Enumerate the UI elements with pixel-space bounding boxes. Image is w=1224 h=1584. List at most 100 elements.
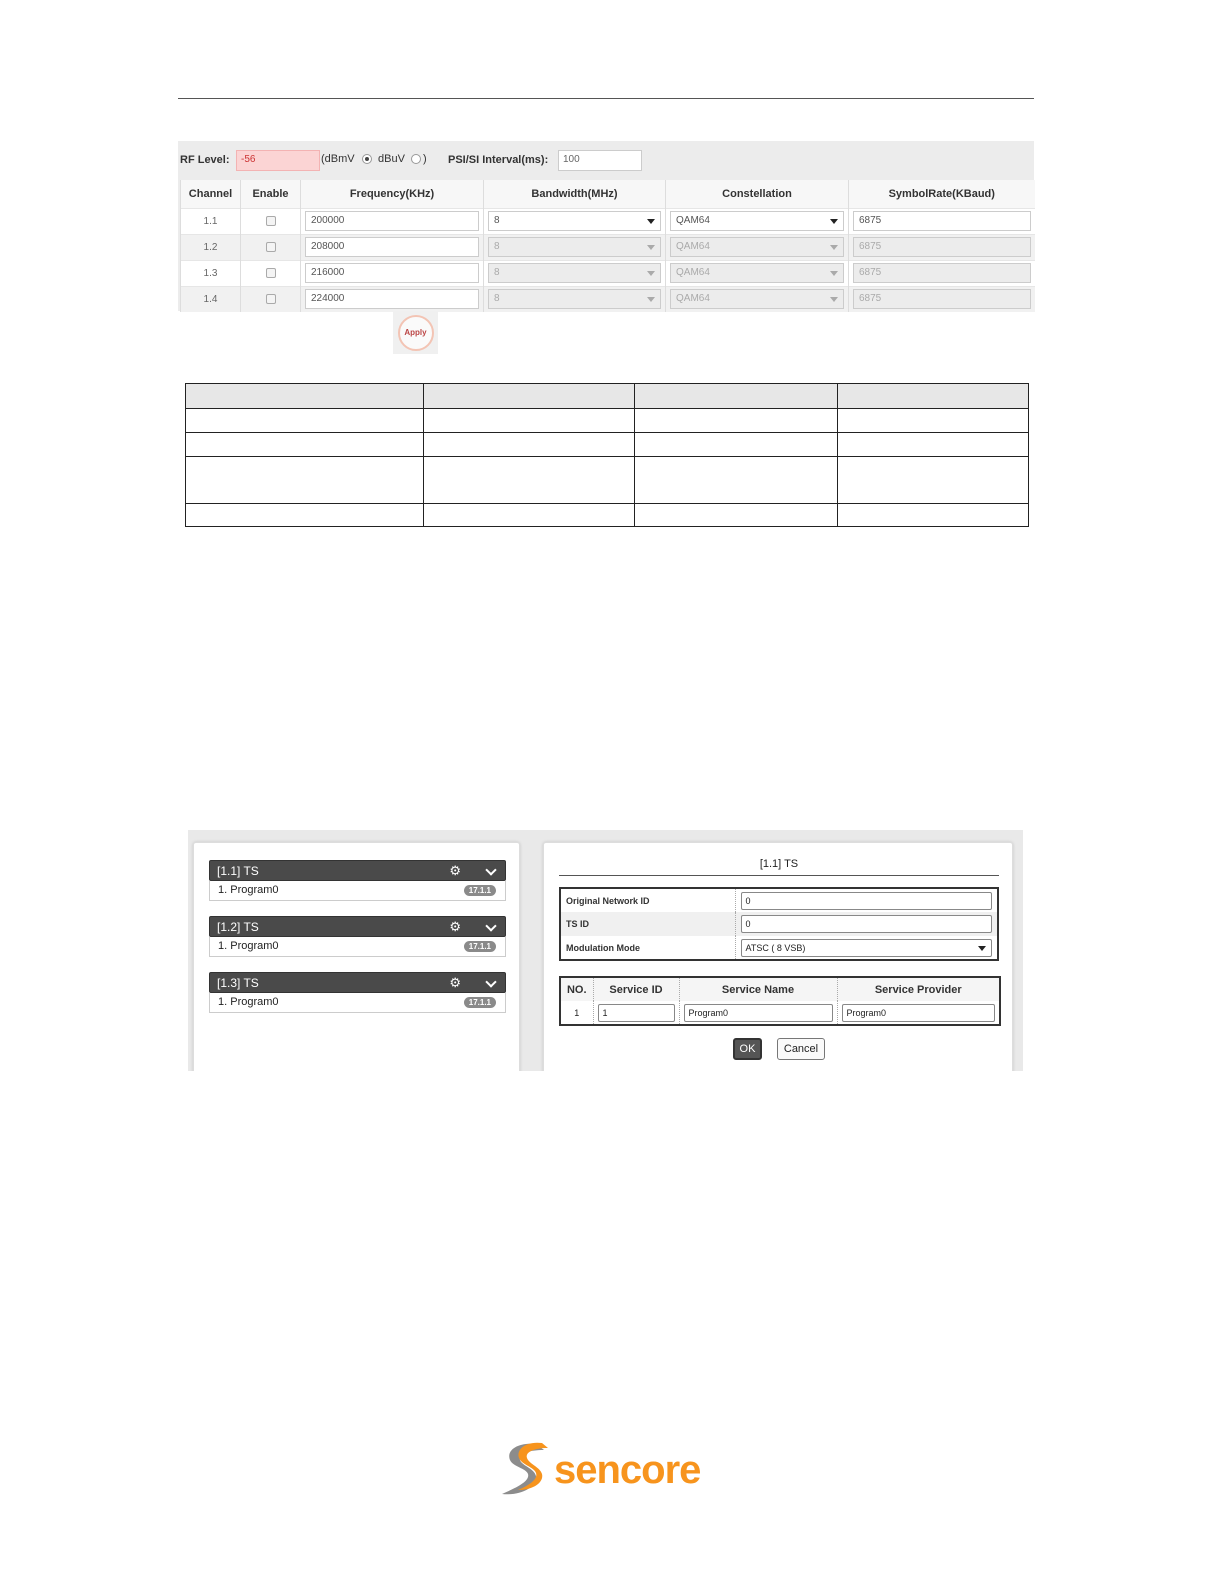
table-cell xyxy=(634,432,838,457)
property-value-cell: 0 xyxy=(735,912,998,936)
symbol-rate-input[interactable]: 6875 xyxy=(853,289,1031,310)
service-provider-cell: Program0 xyxy=(837,1001,1001,1025)
bandwidth-select[interactable]: 8 xyxy=(488,211,661,231)
service-table-header: NO. Service ID Service Name Service Prov… xyxy=(560,977,1001,1001)
ts-detail-panel: [1.1] TS Original Network ID 0 TS ID 0 M… xyxy=(543,842,1013,1071)
col-symbol-rate: SymbolRate(KBaud) xyxy=(848,180,1035,208)
table-row: 1 1 Program0 Program0 xyxy=(560,1001,1001,1025)
symbol-rate-input[interactable]: 6875 xyxy=(853,211,1031,231)
rf-level-input[interactable]: -56 xyxy=(236,150,320,171)
constellation-value: QAM64 xyxy=(676,241,710,252)
program-item[interactable]: 1. Program0 17.1.1 xyxy=(209,937,506,957)
constellation-cell: QAM64 xyxy=(665,207,849,234)
col-bandwidth: Bandwidth(MHz) xyxy=(483,180,666,208)
program-item[interactable]: 1. Program0 17.1.1 xyxy=(209,993,506,1013)
service-id-cell: 1 xyxy=(593,1001,680,1025)
bandwidth-select[interactable]: 8 xyxy=(488,289,661,310)
enable-checkbox[interactable] xyxy=(265,267,276,278)
rf-settings-panel: RF Level: -56 (dBmV dBuV ) PSI/SI Interv… xyxy=(178,141,1035,312)
constellation-select[interactable]: QAM64 xyxy=(670,211,844,231)
dbuv-radio[interactable] xyxy=(411,154,421,164)
modulation-mode-select[interactable]: ATSC ( 8 VSB) xyxy=(740,938,992,957)
dbuv-label: dBuV xyxy=(378,153,405,165)
frequency-input[interactable]: 216000 xyxy=(305,263,479,283)
table-header-row xyxy=(185,383,1029,409)
chevron-down-icon[interactable] xyxy=(485,976,497,988)
dropdown-arrow-icon xyxy=(647,219,655,224)
enable-checkbox[interactable] xyxy=(265,215,276,226)
service-table: NO. Service ID Service Name Service Prov… xyxy=(559,976,1001,1026)
bandwidth-value: 8 xyxy=(494,267,500,278)
ts-group: [1.2] TS ⚙ 1. Program0 17.1.1 xyxy=(209,916,506,957)
dropdown-arrow-icon xyxy=(647,245,655,250)
enable-cell xyxy=(240,259,301,286)
col-no: NO. xyxy=(560,977,594,1001)
psi-interval-input[interactable]: 100 xyxy=(558,150,642,171)
bandwidth-select[interactable]: 8 xyxy=(488,237,661,257)
chevron-down-icon[interactable] xyxy=(485,864,497,876)
constellation-cell: QAM64 xyxy=(665,285,849,312)
frequency-cell: 224000 xyxy=(300,285,484,312)
channel-number: 1.2 xyxy=(180,233,241,260)
frequency-input[interactable]: 224000 xyxy=(305,289,479,310)
constellation-select[interactable]: QAM64 xyxy=(670,237,844,257)
ts-id-input[interactable]: 0 xyxy=(740,915,992,933)
program-badge: 17.1.1 xyxy=(463,997,496,1008)
ts-group: [1.1] TS ⚙ 1. Program0 17.1.1 xyxy=(209,860,506,901)
service-provider-input[interactable]: Program0 xyxy=(841,1003,995,1022)
cancel-button[interactable]: Cancel xyxy=(777,1038,825,1060)
symbol-rate-cell: 6875 xyxy=(848,259,1035,286)
unit-close-label: ) xyxy=(423,153,427,165)
constellation-value: QAM64 xyxy=(676,215,710,226)
gear-icon[interactable]: ⚙ xyxy=(449,919,461,935)
program-item[interactable]: 1. Program0 17.1.1 xyxy=(209,881,506,901)
dbmv-radio[interactable] xyxy=(362,154,372,164)
enable-cell xyxy=(240,233,301,260)
ts-list-panel: [1.1] TS ⚙ 1. Program0 17.1.1 [1.2] TS ⚙… xyxy=(193,842,520,1071)
service-id-input[interactable]: 1 xyxy=(597,1003,675,1022)
original-network-id-input[interactable]: 0 xyxy=(740,891,992,910)
ts-group-header[interactable]: [1.2] TS ⚙ xyxy=(209,916,506,937)
enable-checkbox[interactable] xyxy=(265,294,276,305)
constellation-select[interactable]: QAM64 xyxy=(670,289,844,310)
program-badge: 17.1.1 xyxy=(463,941,496,952)
ts-group-header[interactable]: [1.1] TS ⚙ xyxy=(209,860,506,881)
frequency-input[interactable]: 200000 xyxy=(305,211,479,231)
table-row xyxy=(185,408,1029,433)
symbol-rate-input[interactable]: 6875 xyxy=(853,237,1031,257)
table-cell xyxy=(634,503,838,527)
enable-cell xyxy=(240,285,301,312)
property-value-cell: ATSC ( 8 VSB) xyxy=(735,936,998,960)
ts-id-label: TS ID xyxy=(560,912,736,936)
table-cell xyxy=(423,432,635,457)
symbol-rate-input[interactable]: 6875 xyxy=(853,263,1031,283)
table-cell xyxy=(634,383,838,409)
symbol-rate-cell: 6875 xyxy=(848,233,1035,260)
ok-button[interactable]: OK xyxy=(733,1038,762,1060)
service-name-input[interactable]: Program0 xyxy=(683,1003,833,1022)
col-enable: Enable xyxy=(240,180,301,208)
table-row: 1.2 208000 8 QAM64 6875 xyxy=(180,233,1035,260)
constellation-value: QAM64 xyxy=(676,293,710,305)
enable-checkbox[interactable] xyxy=(265,241,276,252)
apply-button[interactable]: Apply xyxy=(393,311,438,354)
table-cell xyxy=(837,432,1029,457)
table-cell xyxy=(837,383,1029,409)
constellation-select[interactable]: QAM64 xyxy=(670,263,844,283)
property-row: Modulation Mode ATSC ( 8 VSB) xyxy=(560,936,998,960)
table-cell xyxy=(185,383,424,409)
bandwidth-value: 8 xyxy=(494,215,500,226)
chevron-down-icon[interactable] xyxy=(485,920,497,932)
program-label: 1. Program0 xyxy=(218,940,279,952)
table-row xyxy=(185,432,1029,457)
table-cell xyxy=(423,383,635,409)
gear-icon[interactable]: ⚙ xyxy=(449,975,461,991)
symbol-rate-cell: 6875 xyxy=(848,285,1035,312)
gear-icon[interactable]: ⚙ xyxy=(449,863,461,879)
bandwidth-select[interactable]: 8 xyxy=(488,263,661,283)
table-cell xyxy=(837,408,1029,433)
frequency-input[interactable]: 208000 xyxy=(305,237,479,257)
ts-group-header[interactable]: [1.3] TS ⚙ xyxy=(209,972,506,993)
bandwidth-cell: 8 xyxy=(483,207,666,234)
channel-number: 1.3 xyxy=(180,259,241,286)
